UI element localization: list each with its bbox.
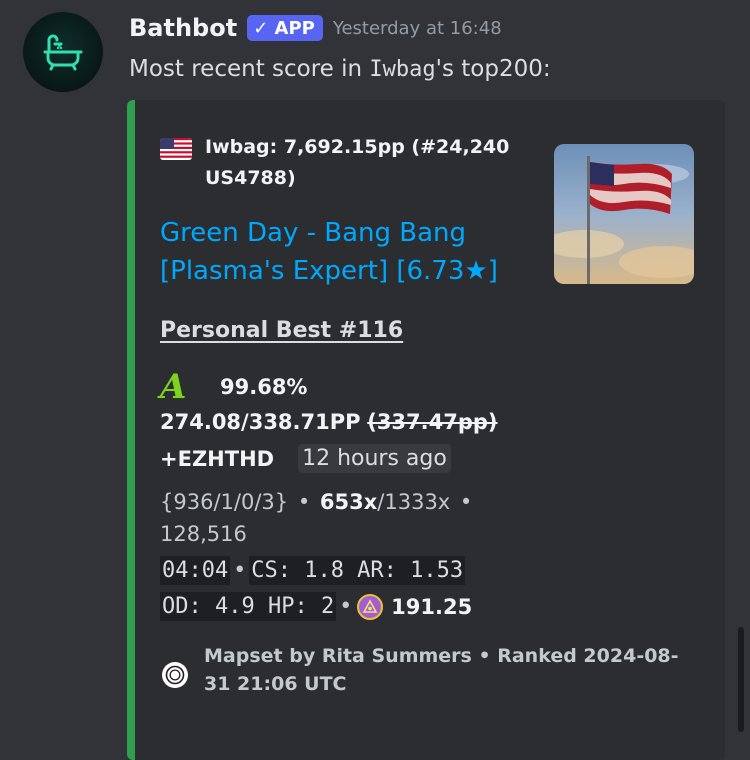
- separator: •: [459, 490, 473, 514]
- pp-row: 274.08/338.71PP (337.47pp): [160, 410, 498, 434]
- osu-icon: [162, 662, 188, 688]
- footer-text: Mapset by Rita Summers • Ranked 2024-08-…: [204, 645, 679, 695]
- star-rating-value: 191.25: [391, 594, 473, 619]
- player-thumbnail[interactable]: [554, 144, 694, 284]
- star-rating-icon: [357, 593, 384, 620]
- us-flag-icon: [160, 138, 192, 160]
- personal-best-label: Personal Best #116: [160, 318, 404, 343]
- embed-footer: Mapset by Rita Summers • Ranked 2024-08-…: [162, 645, 704, 698]
- max-combo: /1333x: [377, 490, 451, 514]
- embed-title-link[interactable]: Green Day - Bang Bang [Plasma's Expert] …: [160, 214, 540, 290]
- mods: +EZHTHD: [160, 446, 275, 471]
- od-hp: OD: 4.9 HP: 2: [160, 592, 337, 621]
- separator: •: [339, 594, 353, 619]
- message-timestamp[interactable]: Yesterday at 16:48: [333, 18, 502, 39]
- message-text-user: Iwbag: [369, 57, 436, 82]
- combo: 653x: [319, 490, 378, 514]
- message-content: Most recent score in Iwbag's top200:: [129, 56, 551, 82]
- message-text-before: Most recent score in: [129, 56, 370, 82]
- embed-accent-bar: [127, 100, 135, 760]
- mods-row: +EZHTHD 12 hours ago: [160, 444, 451, 473]
- pp-value: 274.08/338.71PP: [160, 410, 361, 434]
- username[interactable]: Bathbot: [129, 14, 237, 42]
- message-header: Bathbot ✓ APP Yesterday at 16:48: [129, 10, 502, 46]
- app-badge: ✓ APP: [247, 15, 323, 41]
- bathtub-icon: [43, 34, 83, 71]
- pp-if-fc: (337.47pp): [367, 410, 498, 434]
- separator: •: [297, 490, 311, 514]
- bot-avatar[interactable]: [23, 12, 103, 92]
- relative-time[interactable]: 12 hours ago: [298, 444, 451, 473]
- scrollbar[interactable]: [738, 627, 744, 732]
- author-name[interactable]: Iwbag: 7,692.15pp (#24,240 US4788): [205, 132, 525, 194]
- grade-row: A 99.68%: [160, 367, 307, 407]
- cs-ar: CS: 1.8 AR: 1.53: [249, 556, 466, 585]
- hit-stats: {936/1/0/3} • 653x/1333x • 128,516: [160, 486, 520, 550]
- map-attributes-line-1: 04:04 • CS: 1.8 AR: 1.53: [160, 556, 466, 585]
- embed-author: Iwbag: 7,692.15pp (#24,240 US4788): [160, 136, 525, 194]
- map-attributes-line-2: OD: 4.9 HP: 2 • 191.25: [160, 592, 472, 621]
- separator: •: [233, 558, 247, 583]
- hit-counts: {936/1/0/3}: [160, 490, 289, 514]
- score: 128,516: [160, 522, 247, 546]
- map-length: 04:04: [160, 556, 231, 585]
- accuracy: 99.68%: [220, 375, 308, 399]
- message-text-after: 's top200:: [435, 56, 551, 82]
- grade-a-icon: A: [160, 367, 187, 407]
